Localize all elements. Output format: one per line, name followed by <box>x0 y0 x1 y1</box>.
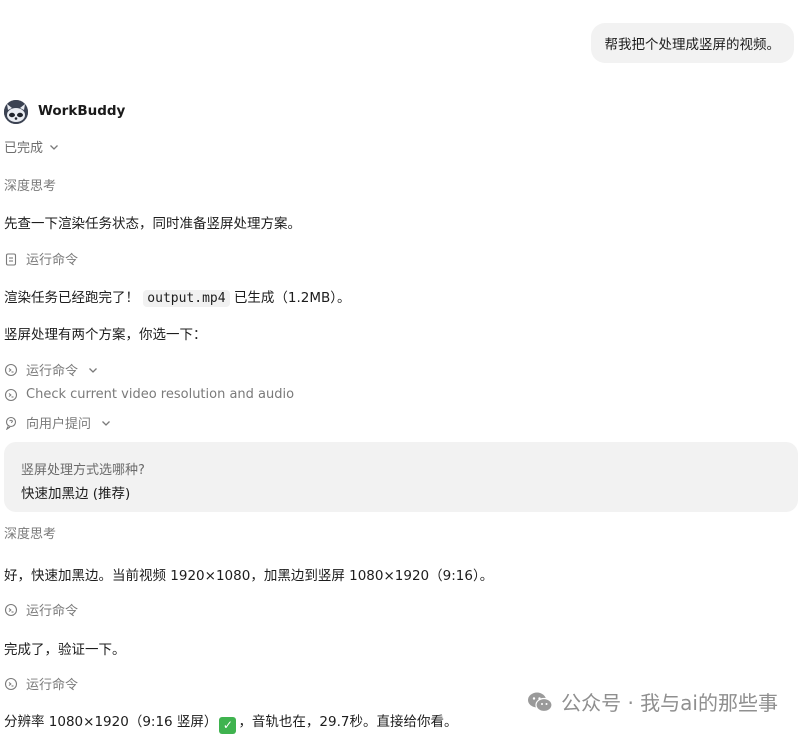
deep-thinking-label-2[interactable]: 深度思考 <box>4 523 56 542</box>
tool-label: Check current video resolution and audio <box>26 387 295 402</box>
ask-user-icon <box>5 416 17 430</box>
tool-label: 向用户提问 <box>26 417 92 432</box>
user-message-bubble: 帮我把个处理成竖屏的视频。 <box>590 23 794 63</box>
completion-status-toggle[interactable]: 已完成 <box>4 137 61 156</box>
watermark-text: 公众号 · 我与ai的那些事 <box>561 691 778 715</box>
selected-answer: 快速加黑边 (推荐) <box>21 486 131 502</box>
tool-check-resolution[interactable]: Check current video resolution and audio <box>4 387 294 402</box>
assistant-message-4: 好，快速加黑边。当前视频 1920×1080，加黑边到竖屏 1080×1920（… <box>4 568 494 584</box>
tool-run-command-2[interactable]: 运行命令 <box>4 360 100 379</box>
tool-label: 运行命令 <box>26 364 79 379</box>
assistant-message-5: 完成了，验证一下。 <box>4 642 126 658</box>
chevron-down-icon <box>102 420 110 426</box>
message-2-prefix: 渲染任务已经跑完了！ <box>4 290 139 306</box>
assistant-message-6: 分辨率 1080×1920（9:16 竖屏） ✓ ，音轨也在，29.7秒。直接给你看… <box>4 710 458 734</box>
raccoon-avatar-icon <box>4 100 28 124</box>
question-answer-card: 竖屏处理方式选哪种? 快速加黑边 (推荐) <box>4 442 798 512</box>
user-message-text: 帮我把个处理成竖屏的视频。 <box>604 37 781 53</box>
terminal-icon <box>4 677 18 690</box>
tool-run-command-1[interactable]: 运行命令 <box>4 249 78 268</box>
status-label: 已完成 <box>4 141 44 156</box>
clipboard-icon <box>5 252 17 266</box>
tool-label: 运行命令 <box>26 604 79 619</box>
assistant-message-1: 先查一下渲染任务状态，同时准备竖屏处理方案。 <box>4 216 301 232</box>
message-6-suffix: ，音轨也在，29.7秒。直接给你看。 <box>238 714 458 730</box>
wechat-watermark: 公众号 · 我与ai的那些事 <box>527 687 778 716</box>
terminal-icon <box>4 603 18 616</box>
tool-label: 运行命令 <box>26 678 79 693</box>
bot-name: WorkBuddy <box>38 103 126 119</box>
tool-run-command-4[interactable]: 运行命令 <box>4 674 78 693</box>
wechat-icon <box>528 692 553 712</box>
bot-avatar <box>4 100 28 124</box>
assistant-message-3: 竖屏处理有两个方案，你选一下： <box>4 327 207 343</box>
tool-run-command-3[interactable]: 运行命令 <box>4 600 78 619</box>
message-2-suffix: 已生成（1.2MB）。 <box>233 290 351 306</box>
terminal-icon <box>4 388 18 401</box>
chevron-down-icon <box>50 144 58 150</box>
terminal-icon <box>4 363 18 376</box>
check-mark-icon: ✓ <box>219 716 237 734</box>
question-text: 竖屏处理方式选哪种? <box>21 463 145 478</box>
chevron-down-icon <box>89 367 97 373</box>
deep-thinking-label-1[interactable]: 深度思考 <box>4 175 56 194</box>
assistant-message-2: 渲染任务已经跑完了！ output.mp4 已生成（1.2MB）。 <box>4 286 351 307</box>
filename-code: output.mp4 <box>143 290 230 307</box>
tool-ask-user[interactable]: 向用户提问 <box>4 413 113 432</box>
message-6-prefix: 分辨率 1080×1920（9:16 竖屏） <box>4 714 218 730</box>
tool-label: 运行命令 <box>26 253 79 268</box>
